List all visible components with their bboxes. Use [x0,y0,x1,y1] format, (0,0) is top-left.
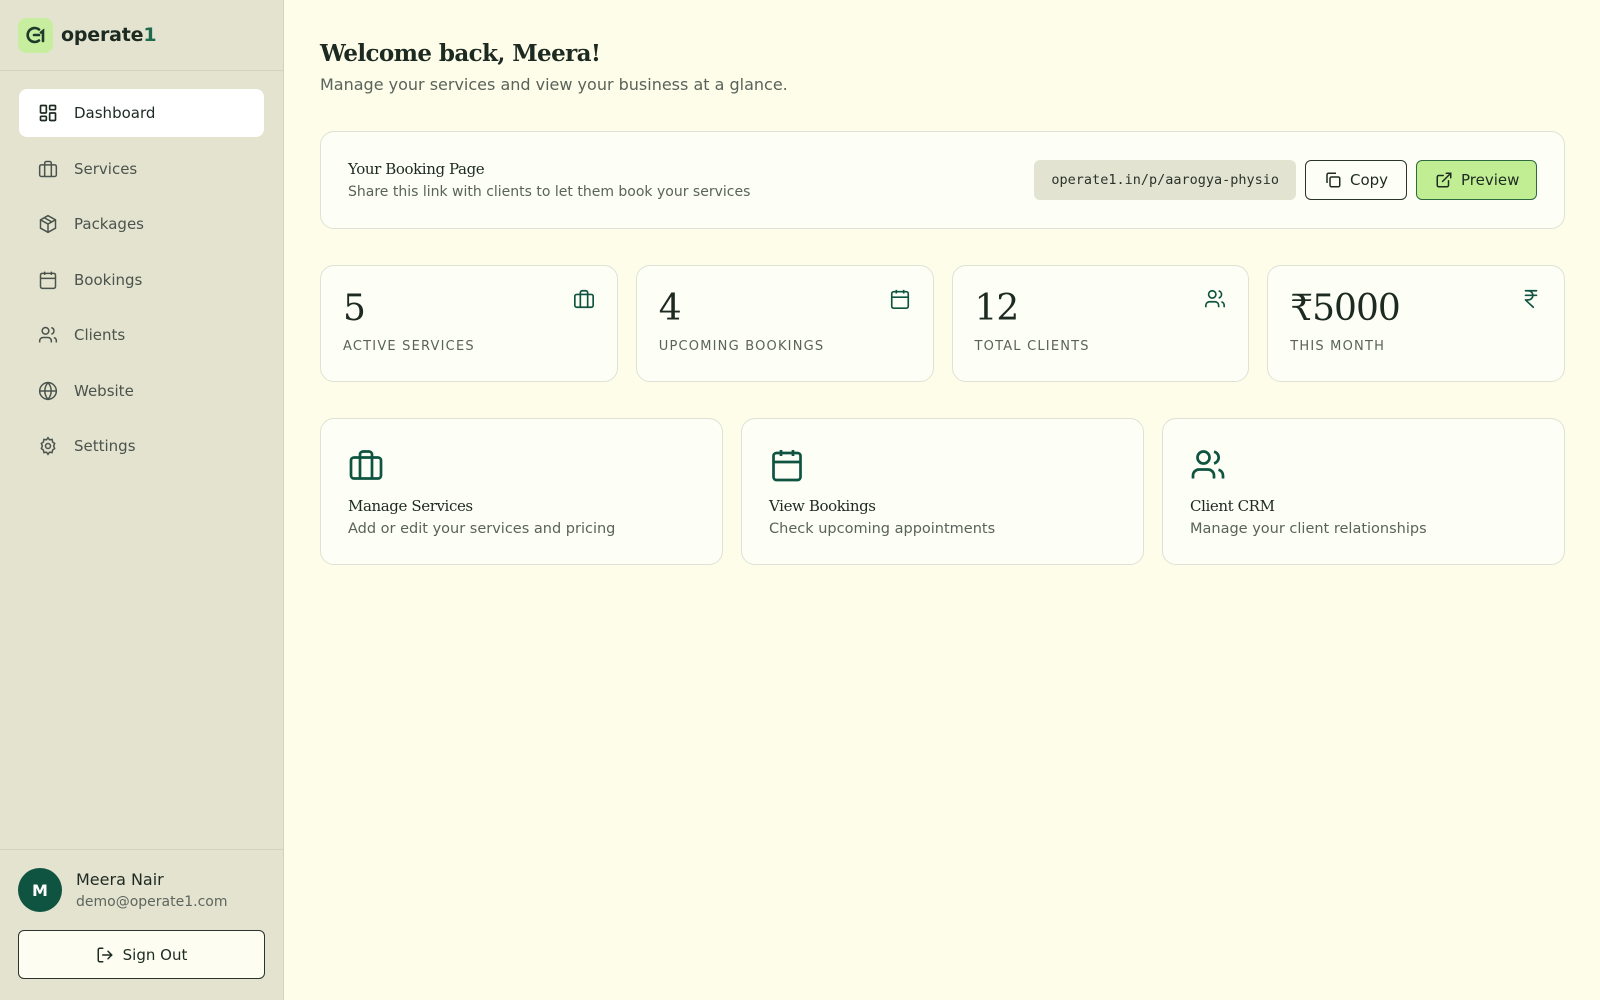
user-name: Meera Nair [76,870,164,889]
briefcase-icon [348,447,695,483]
copy-icon [1324,171,1342,189]
users-icon [1190,447,1537,483]
stat-card-upcoming-bookings: 4 UPCOMING BOOKINGS [635,265,934,382]
stat-label: UPCOMING BOOKINGS [658,339,825,354]
stat-card-active-services: 5 ACTIVE SERVICES [320,265,618,382]
copy-button[interactable]: Copy [1305,160,1407,200]
package-icon [37,213,59,235]
quick-link-client-crm[interactable]: Client CRM Manage your client relationsh… [1162,418,1565,565]
booking-page-card: Your Booking Page Share this link with c… [320,131,1565,229]
sign-out-button[interactable]: Sign Out [18,930,265,979]
calendar-icon [769,447,1116,483]
sidebar-item-clients[interactable]: Clients [19,311,264,359]
sidebar-item-label: Packages [74,215,144,233]
sidebar-item-label: Website [74,381,134,400]
sidebar-item-bookings[interactable]: Bookings [19,256,264,304]
users-icon [1204,288,1226,314]
booking-page-description: Share this link with clients to let them… [348,184,751,200]
sidebar-item-label: Settings [74,437,136,455]
stat-card-total-clients: 12 TOTAL CLIENTS [951,265,1250,382]
sidebar-item-website[interactable]: Website [19,367,264,415]
log-out-icon [96,946,114,964]
preview-button[interactable]: Preview [1416,160,1537,200]
booking-page-title: Your Booking Page [348,160,485,178]
gear-icon [37,435,59,457]
stat-label: THIS MONTH [1290,339,1386,354]
sidebar-item-label: Bookings [74,270,143,289]
quick-link-manage-services[interactable]: Manage Services Add or edit your service… [320,418,723,565]
quick-links-row: Manage Services Add or edit your service… [320,418,1565,565]
briefcase-icon [573,288,595,314]
avatar[interactable]: M [18,868,62,912]
globe-icon [37,380,59,402]
stats-row: 5 ACTIVE SERVICES 4 UPCOMING BOOKINGS 12… [320,265,1565,382]
briefcase-icon [37,158,59,180]
stat-card-this-month: ₹5000 THIS MONTH [1267,265,1565,382]
sign-out-label: Sign Out [122,945,188,964]
stat-value: 5 [343,288,366,329]
rupee-icon [1520,288,1542,314]
sidebar-nav: Dashboard Services Packages Bookings Cli… [0,71,283,470]
stat-label: TOTAL CLIENTS [974,339,1090,354]
brand-logo-icon [18,17,53,53]
dashboard-icon [37,102,59,124]
sidebar-item-label: Clients [74,326,126,344]
main-content: Welcome back, Meera! Manage your service… [320,0,1565,565]
quick-link-title: Client CRM [1190,497,1275,515]
sidebar-item-settings[interactable]: Settings [19,422,264,470]
stat-label: ACTIVE SERVICES [343,339,475,354]
quick-link-view-bookings[interactable]: View Bookings Check upcoming appointment… [741,418,1144,565]
quick-link-description: Check upcoming appointments [769,521,996,537]
sidebar-item-label: Services [74,159,138,178]
brand[interactable]: operate1 [0,0,283,71]
page-title: Welcome back, Meera! [320,40,601,67]
page-subtitle: Manage your services and view your busin… [320,75,788,94]
quick-link-title: Manage Services [348,497,473,515]
quick-link-description: Manage your client relationships [1190,521,1427,537]
stat-value: 12 [974,288,1020,329]
sidebar: operate1 Dashboard Services Packages Boo… [0,0,284,1000]
booking-url[interactable]: operate1.in/p/aarogya-physio [1034,160,1296,200]
quick-link-description: Add or edit your services and pricing [348,521,616,537]
quick-link-title: View Bookings [769,497,876,515]
users-icon [37,324,59,346]
sidebar-item-label: Dashboard [74,104,156,122]
stat-value: 4 [658,288,682,329]
brand-name: operate1 [61,24,157,46]
copy-label: Copy [1350,171,1389,189]
external-link-icon [1435,171,1453,189]
stat-value: ₹5000 [1290,288,1401,329]
user-panel: M Meera Nair demo@operate1.com Sign Out [0,849,283,1000]
sidebar-item-dashboard[interactable]: Dashboard [19,89,264,137]
calendar-icon [37,269,59,291]
user-email: demo@operate1.com [76,894,228,910]
sidebar-item-packages[interactable]: Packages [19,200,264,248]
preview-label: Preview [1461,171,1520,189]
calendar-icon [889,288,911,314]
sidebar-item-services[interactable]: Services [19,145,264,193]
